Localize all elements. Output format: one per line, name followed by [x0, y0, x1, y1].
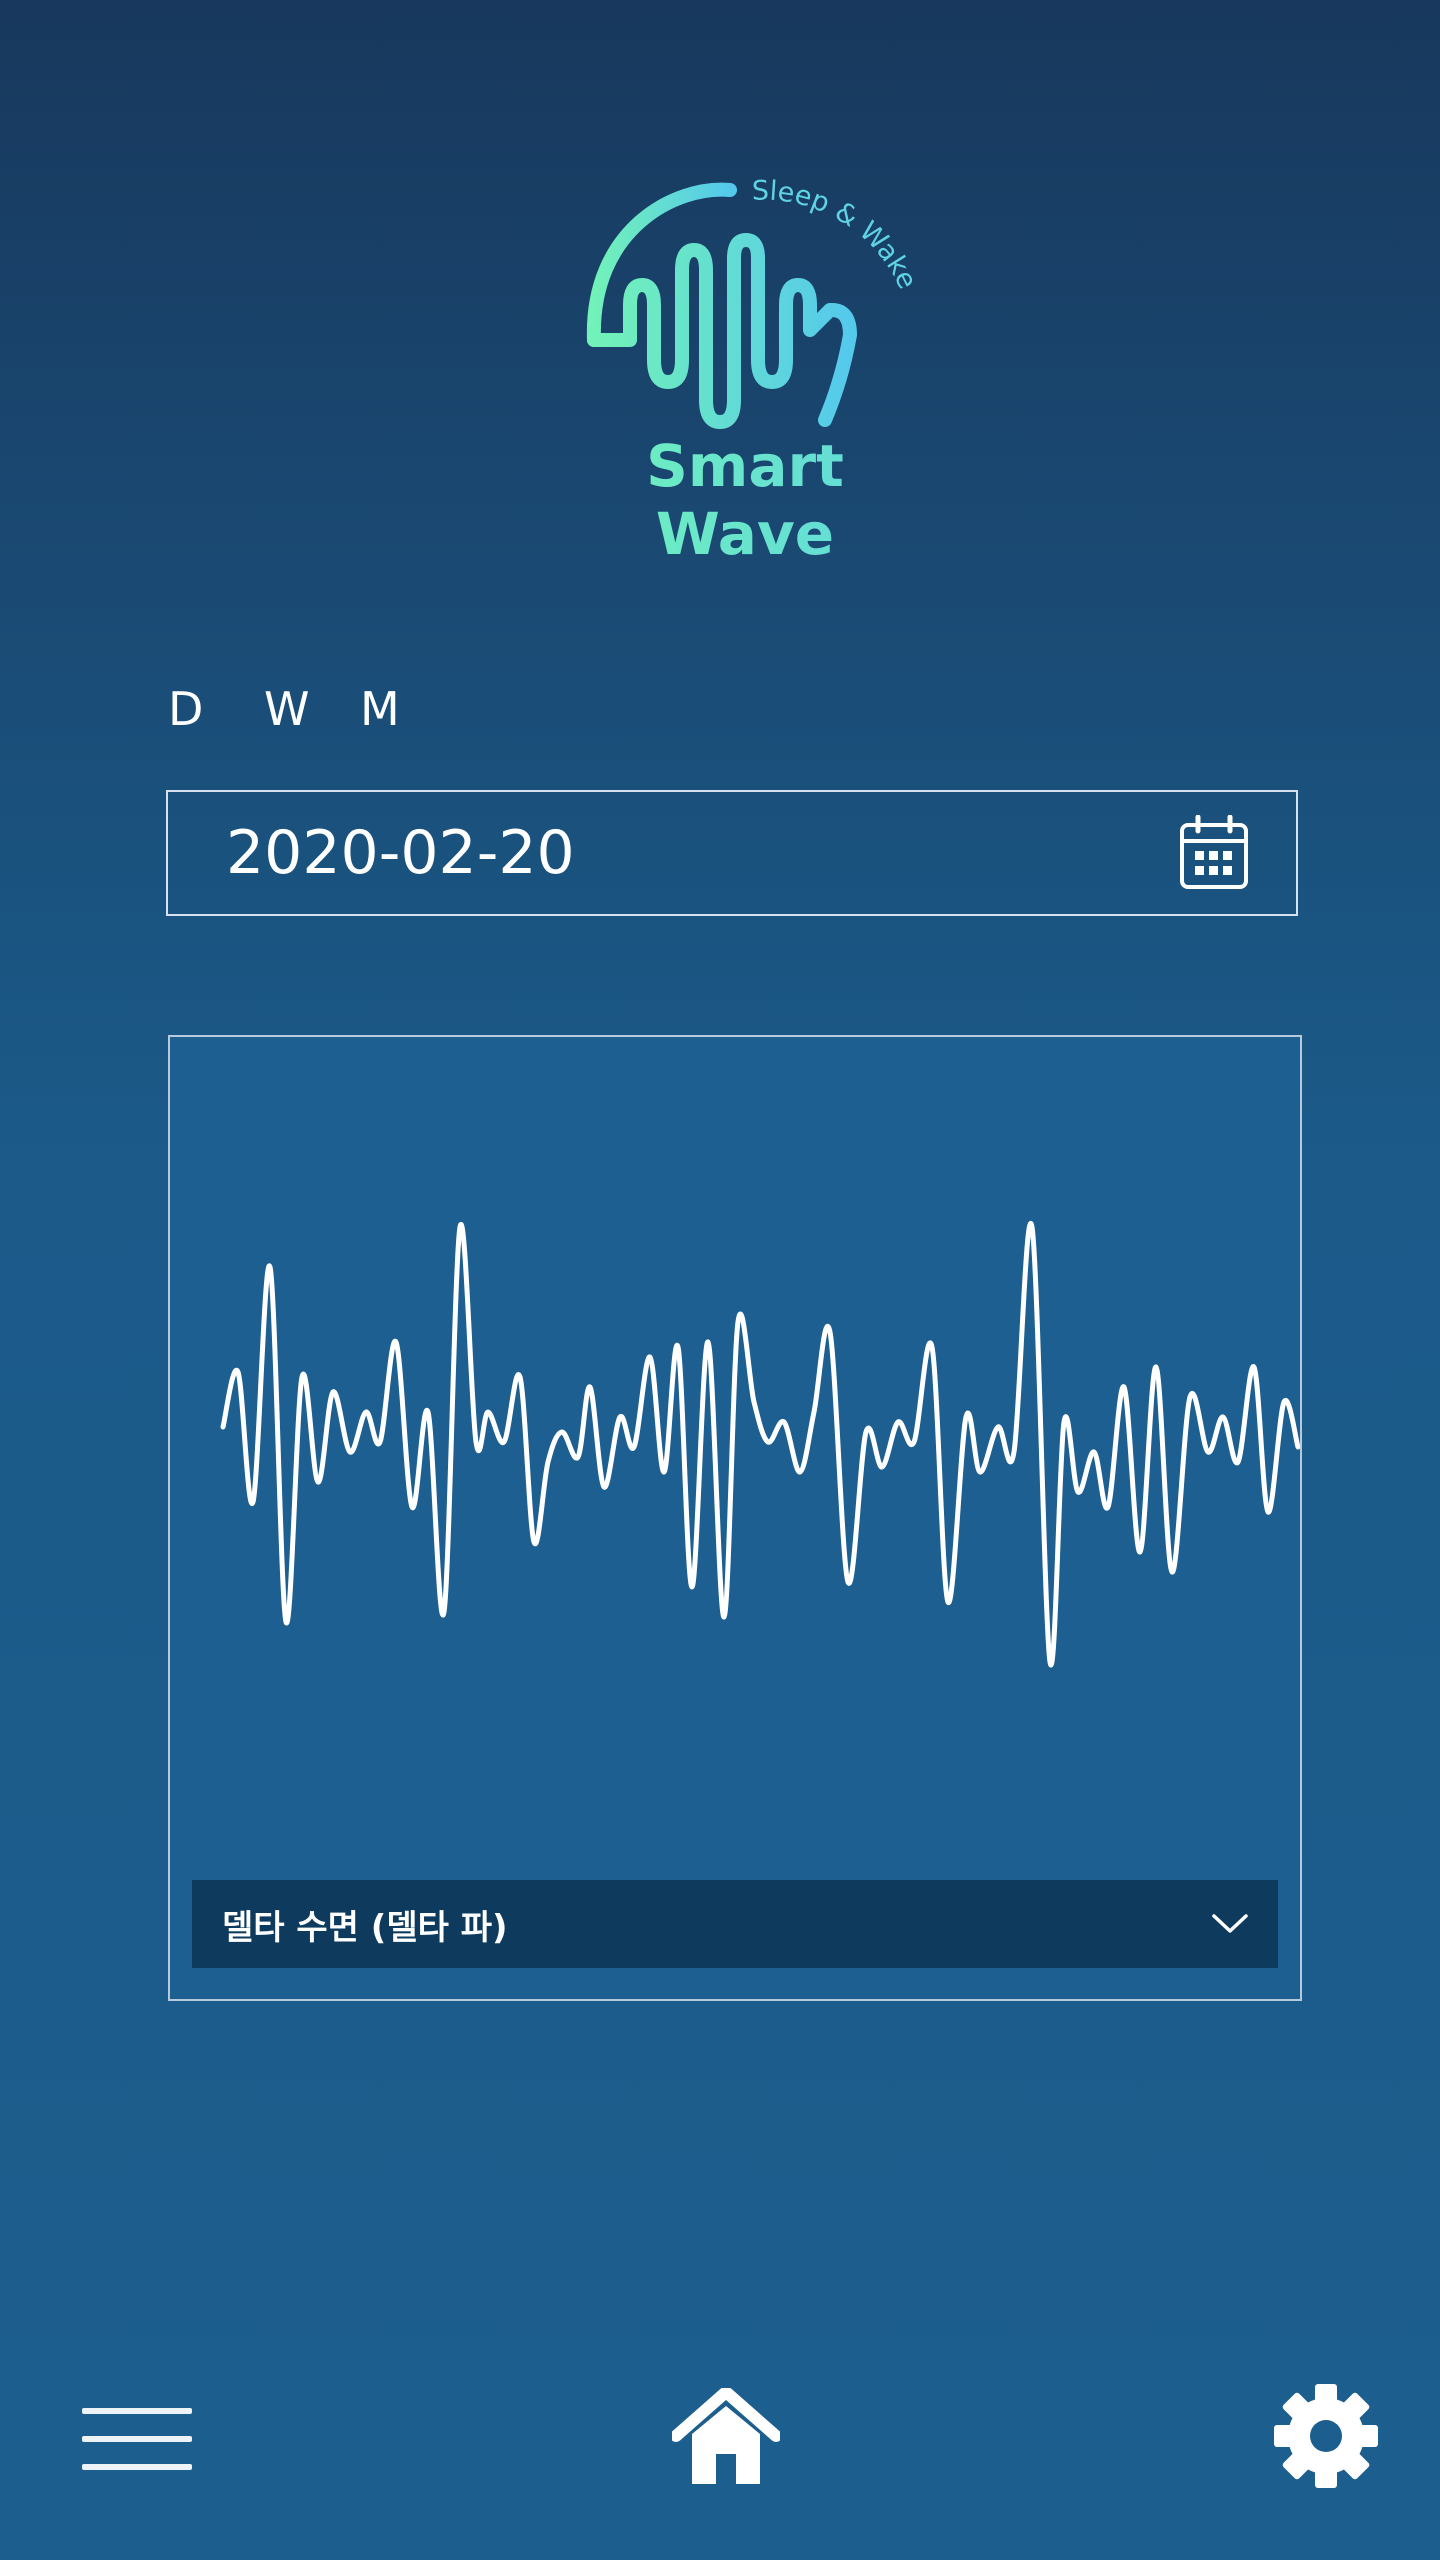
brainwave-graphic	[220, 1221, 1300, 1668]
menu-icon[interactable]	[82, 2408, 192, 2478]
date-picker-field[interactable]: 2020-02-20	[166, 790, 1298, 916]
chevron-down-icon	[1212, 1914, 1248, 1933]
svg-text:Sleep & Wake: Sleep & Wake	[752, 175, 920, 293]
date-value: 2020-02-20	[226, 818, 575, 888]
bottom-nav	[0, 2370, 1440, 2510]
logo-tagline: Sleep & Wake	[752, 175, 920, 293]
wave-type-dropdown[interactable]: 델타 수면 (델타 파)	[192, 1880, 1278, 1968]
brainwave-line	[220, 1221, 1300, 1668]
period-tabs: D W M	[168, 682, 456, 736]
app-logo: Sleep & Wake Smart Wave	[580, 170, 920, 568]
brainwave-panel: 델타 수면 (델타 파)	[168, 1035, 1302, 2001]
tab-month[interactable]: M	[360, 682, 456, 736]
gear-icon[interactable]	[1272, 2382, 1380, 2490]
wave-type-label: 델타 수면 (델타 파)	[222, 1907, 508, 1948]
tab-day[interactable]: D	[168, 682, 264, 736]
tab-week[interactable]: W	[264, 682, 360, 736]
calendar-icon[interactable]	[1178, 815, 1250, 891]
logo-name: Smart Wave	[580, 432, 910, 568]
home-icon[interactable]	[672, 2388, 780, 2488]
